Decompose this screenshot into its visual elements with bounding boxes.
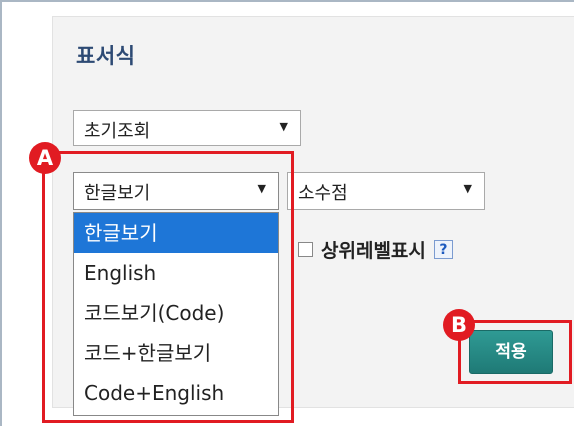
parent-level-checkbox[interactable] (298, 242, 313, 257)
decimal-value: 소수점 (298, 183, 348, 204)
initial-view-value: 초기조회 (84, 121, 151, 142)
decimal-select[interactable]: 소수점 ▼ (287, 172, 485, 210)
dropdown-arrow-icon: ▼ (279, 120, 288, 133)
highlight-box-b (458, 320, 572, 384)
marker-a-badge: A (29, 142, 61, 174)
marker-b-badge: B (443, 309, 475, 341)
outer-border-top (0, 0, 574, 2)
panel-title: 표서식 (76, 44, 136, 68)
help-icon[interactable]: ? (433, 240, 453, 259)
dropdown-arrow-icon: ▼ (463, 182, 472, 195)
outer-border-left (0, 0, 2, 426)
highlight-box-a (42, 151, 294, 423)
initial-view-select[interactable]: 초기조회 ▼ (73, 110, 301, 146)
parent-level-toggle: 상위레벨표시 ? (298, 236, 453, 263)
parent-level-label: 상위레벨표시 (321, 240, 426, 262)
